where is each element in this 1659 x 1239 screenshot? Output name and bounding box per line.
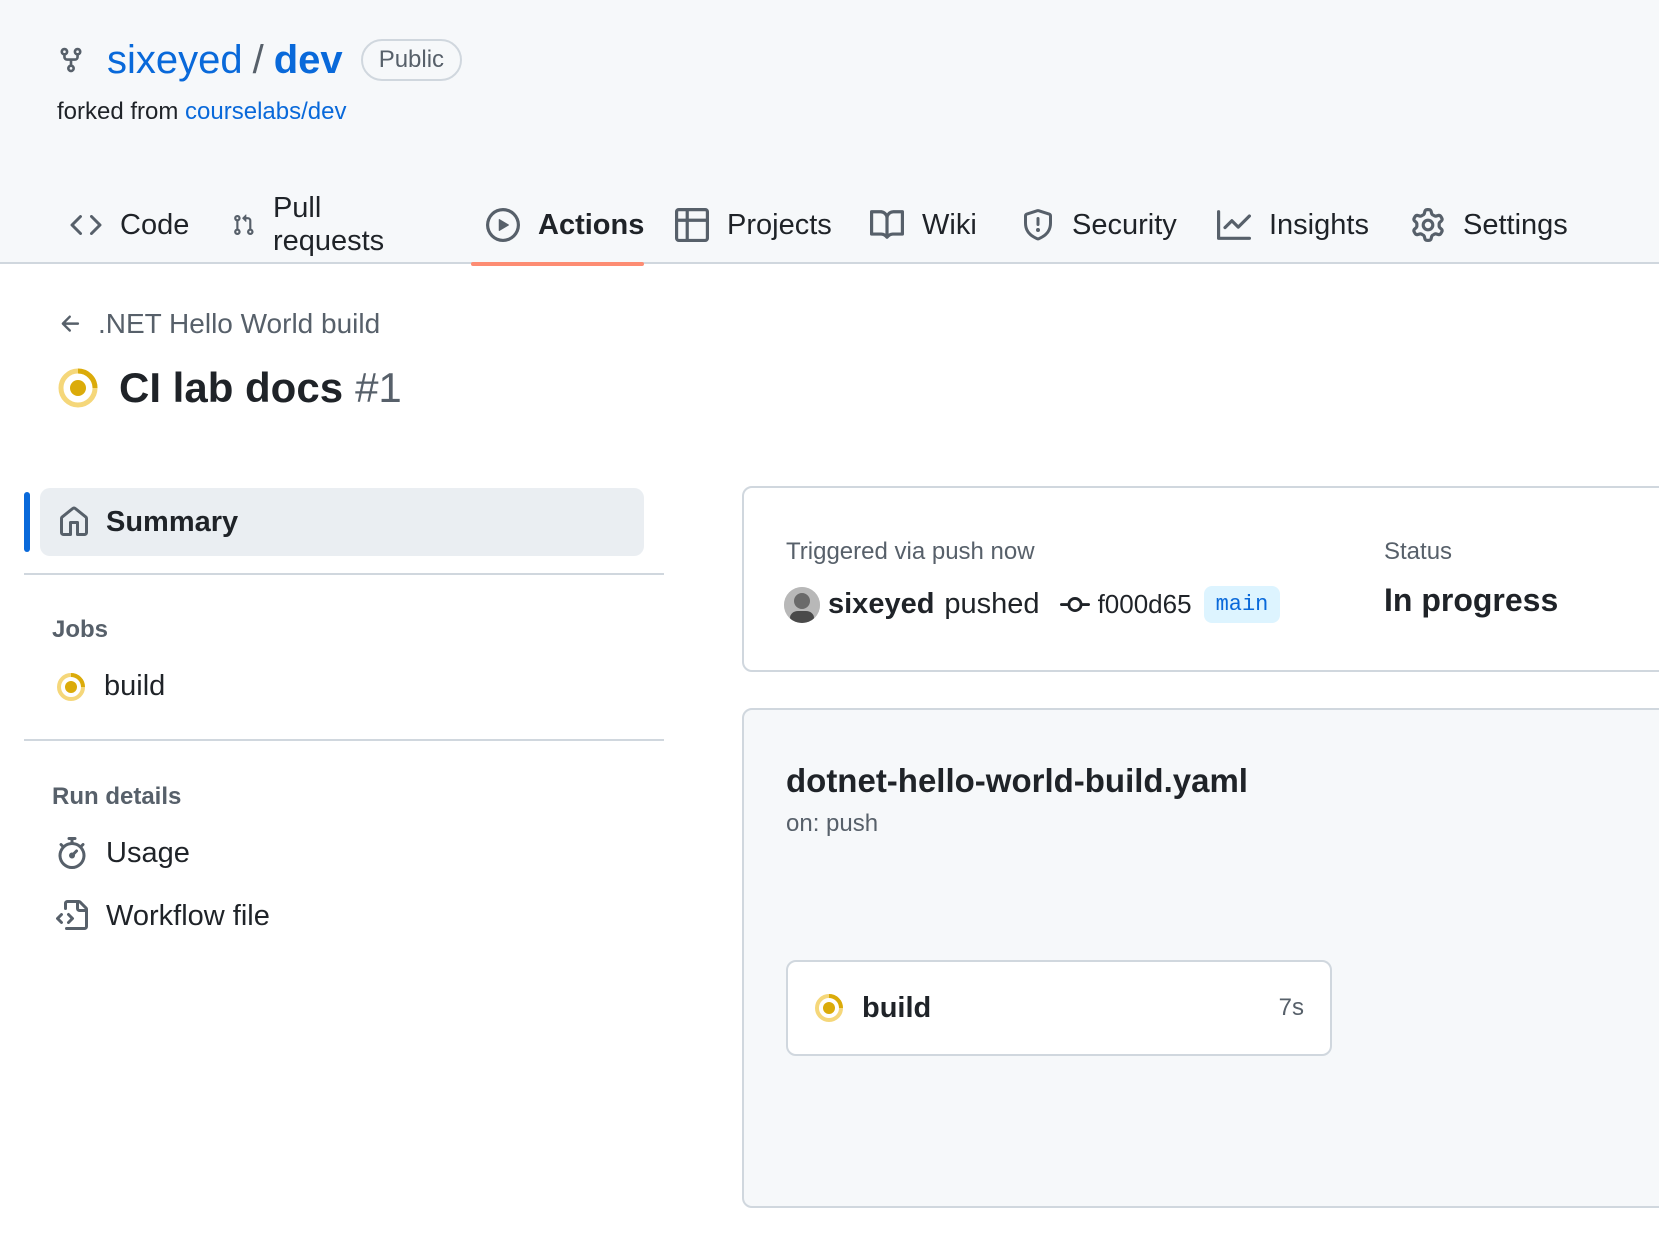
tab-security-label: Security [1072, 208, 1177, 241]
tab-code-label: Code [120, 208, 190, 241]
graph-icon [1217, 210, 1251, 240]
git-pull-request-icon [234, 214, 254, 236]
workflow-file-name: dotnet-hello-world-build.yaml [786, 762, 1248, 799]
repo-owner-link[interactable]: sixeyed [107, 38, 243, 83]
code-icon [70, 214, 102, 236]
file-code-icon [56, 900, 88, 930]
sidebar-item-summary-label: Summary [106, 505, 239, 538]
home-icon [60, 506, 88, 536]
shield-icon [1024, 209, 1052, 241]
repo-forked-icon [57, 40, 91, 80]
stopwatch-icon [58, 837, 86, 869]
trigger-details: sixeyed pushed f000d65 main [784, 586, 1281, 623]
in-progress-icon [58, 368, 98, 408]
tab-pull-requests[interactable]: Pull requests [232, 186, 393, 264]
commit-sha-link[interactable]: f000d65 [1098, 589, 1192, 620]
branch-badge[interactable]: main [1203, 586, 1281, 623]
job-node-build[interactable]: build 7s [786, 960, 1332, 1056]
tab-actions-label: Actions [538, 208, 645, 241]
sidebar-item-workflow-file[interactable]: Workflow file [56, 899, 270, 933]
avatar[interactable] [784, 586, 820, 623]
job-duration: 7s [1278, 994, 1304, 1021]
sidebar-item-usage[interactable]: Usage [56, 836, 190, 870]
active-indicator [24, 492, 30, 552]
repo-title: sixeyed / dev Public [57, 36, 463, 84]
tab-insights-label: Insights [1269, 208, 1369, 241]
tab-projects-label: Projects [727, 208, 832, 241]
table-icon [675, 208, 709, 242]
tab-settings-label: Settings [1463, 208, 1568, 241]
sidebar-divider [24, 739, 664, 741]
gear-icon [1412, 208, 1444, 242]
back-to-workflow-link[interactable]: .NET Hello World build [58, 308, 380, 340]
forked-source-link[interactable]: courselabs/dev [185, 98, 346, 125]
trigger-summary-card: Triggered via push now sixeyed pushed f0… [742, 486, 1659, 672]
run-name: CI lab docs #1 [119, 364, 402, 412]
sidebar-divider [24, 573, 664, 575]
job-node-label: build [862, 991, 932, 1024]
tab-wiki-label: Wiki [922, 208, 977, 241]
run-details-heading: Run details [52, 783, 182, 810]
tab-wiki[interactable]: Wiki [870, 186, 977, 264]
usage-label: Usage [106, 836, 190, 869]
run-number: #1 [355, 364, 402, 411]
play-icon [486, 208, 520, 242]
repo-separator: / [252, 37, 264, 82]
repo-name-link[interactable]: dev [274, 38, 343, 83]
tab-insights[interactable]: Insights [1217, 186, 1369, 264]
sidebar-item-summary[interactable]: Summary [40, 488, 644, 556]
git-commit-icon [1059, 596, 1090, 612]
back-link-label: .NET Hello World build [98, 308, 381, 339]
workflow-trigger: on: push [786, 810, 879, 837]
trigger-user-link[interactable]: sixeyed [828, 588, 934, 621]
arrow-left-icon [61, 315, 80, 332]
job-label: build [104, 670, 166, 702]
tab-code[interactable]: Code [70, 186, 189, 264]
tab-settings[interactable]: Settings [1411, 186, 1568, 264]
tab-pull-requests-label: Pull requests [272, 192, 385, 257]
visibility-badge: Public [360, 39, 463, 81]
jobs-heading: Jobs [52, 616, 109, 643]
repo-header: sixeyed / dev Public forked from coursel… [0, 0, 1659, 266]
trigger-label: Triggered via push now [786, 538, 1035, 565]
tab-selected-underline [471, 262, 644, 266]
book-icon [870, 210, 904, 239]
workflow-graph-card: dotnet-hello-world-build.yaml on: push b… [742, 708, 1659, 1208]
workflow-file-label: Workflow file [106, 899, 270, 932]
sidebar-item-job-build[interactable]: build [56, 670, 165, 703]
forked-from-text: forked from courselabs/dev [57, 98, 346, 126]
tab-security[interactable]: Security [1022, 186, 1177, 264]
in-progress-icon [815, 994, 843, 1022]
trigger-action: pushed [944, 588, 1040, 620]
in-progress-icon [57, 672, 85, 701]
tab-projects[interactable]: Projects [675, 186, 832, 264]
run-title-text: CI lab docs [119, 364, 344, 411]
status-label: Status [1384, 538, 1453, 565]
forked-from-prefix: forked from [57, 98, 179, 125]
status-value: In progress [1384, 582, 1559, 618]
run-title: CI lab docs #1 [57, 360, 402, 416]
tab-actions[interactable]: Actions [486, 186, 644, 264]
